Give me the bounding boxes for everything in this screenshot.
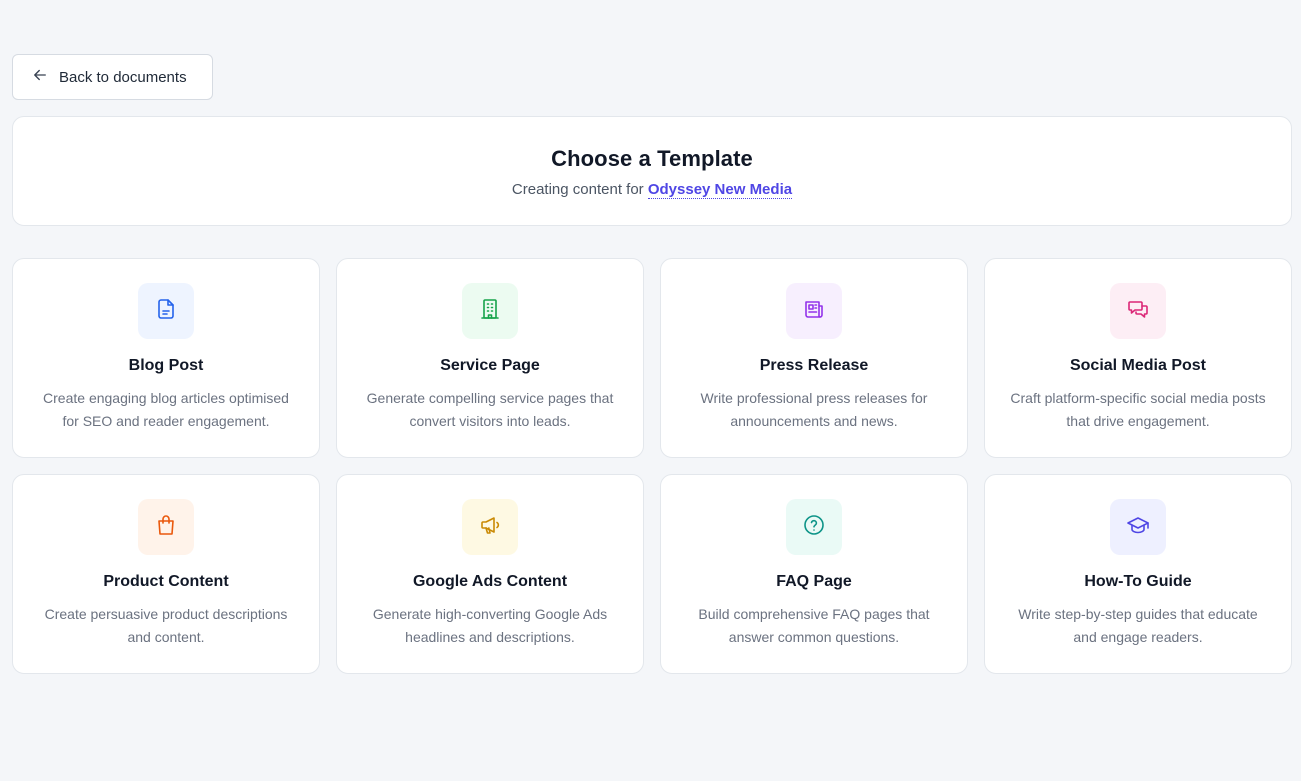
arrow-left-icon <box>31 66 49 88</box>
shopping-bag-icon <box>154 513 178 542</box>
icon-box <box>462 499 518 555</box>
template-card-press-release[interactable]: Press Release Write professional press r… <box>660 258 968 458</box>
icon-box <box>462 283 518 339</box>
card-description: Build comprehensive FAQ pages that answe… <box>698 606 930 645</box>
template-card-how-to-guide[interactable]: How-To Guide Write step-by-step guides t… <box>984 474 1292 674</box>
template-card-social-media-post[interactable]: Social Media Post Craft platform-specifi… <box>984 258 1292 458</box>
back-to-documents-button[interactable]: Back to documents <box>12 54 213 100</box>
card-description: Craft platform-specific social media pos… <box>1010 390 1266 429</box>
card-title: Press Release <box>759 357 869 374</box>
icon-box <box>138 499 194 555</box>
template-card-faq-page[interactable]: FAQ Page Build comprehensive FAQ pages t… <box>660 474 968 674</box>
client-name-link[interactable]: Odyssey New Media <box>647 181 793 199</box>
page-title: Choose a Template <box>551 146 753 171</box>
card-title: How-To Guide <box>1084 573 1192 590</box>
card-title: Blog Post <box>128 357 204 374</box>
document-icon <box>154 297 178 326</box>
card-description: Create engaging blog articles optimised … <box>43 390 289 429</box>
card-title: Product Content <box>103 573 229 590</box>
icon-box <box>786 499 842 555</box>
card-title: Google Ads Content <box>412 573 568 590</box>
card-description: Write professional press releases for an… <box>700 390 928 429</box>
building-icon <box>478 297 502 326</box>
icon-box <box>1110 283 1166 339</box>
card-title: FAQ Page <box>776 573 852 590</box>
card-title: Service Page <box>440 357 540 374</box>
subtitle-prefix: Creating content for <box>511 181 644 198</box>
newspaper-icon <box>802 297 826 326</box>
page-subtitle: Creating content for Odyssey New Media <box>13 181 1291 199</box>
card-title: Social Media Post <box>1069 357 1207 374</box>
card-description: Generate compelling service pages that c… <box>366 390 614 429</box>
graduation-cap-icon <box>1126 513 1150 542</box>
back-button-label: Back to documents <box>59 68 187 86</box>
icon-box <box>1110 499 1166 555</box>
template-grid: Blog Post Create engaging blog articles … <box>12 258 1292 674</box>
icon-box <box>138 283 194 339</box>
question-circle-icon <box>802 513 826 542</box>
icon-box <box>786 283 842 339</box>
template-card-service-page[interactable]: Service Page Generate compelling service… <box>336 258 644 458</box>
card-description: Generate high-converting Google Ads head… <box>372 606 608 645</box>
megaphone-icon <box>478 513 502 542</box>
template-card-google-ads-content[interactable]: Google Ads Content Generate high-convert… <box>336 474 644 674</box>
card-description: Write step-by-step guides that educate a… <box>1018 606 1258 645</box>
template-card-product-content[interactable]: Product Content Create persuasive produc… <box>12 474 320 674</box>
template-card-blog-post[interactable]: Blog Post Create engaging blog articles … <box>12 258 320 458</box>
template-header: Choose a Template Creating content for O… <box>12 116 1292 226</box>
card-description: Create persuasive product descriptions a… <box>44 606 288 645</box>
chat-bubbles-icon <box>1126 297 1150 326</box>
